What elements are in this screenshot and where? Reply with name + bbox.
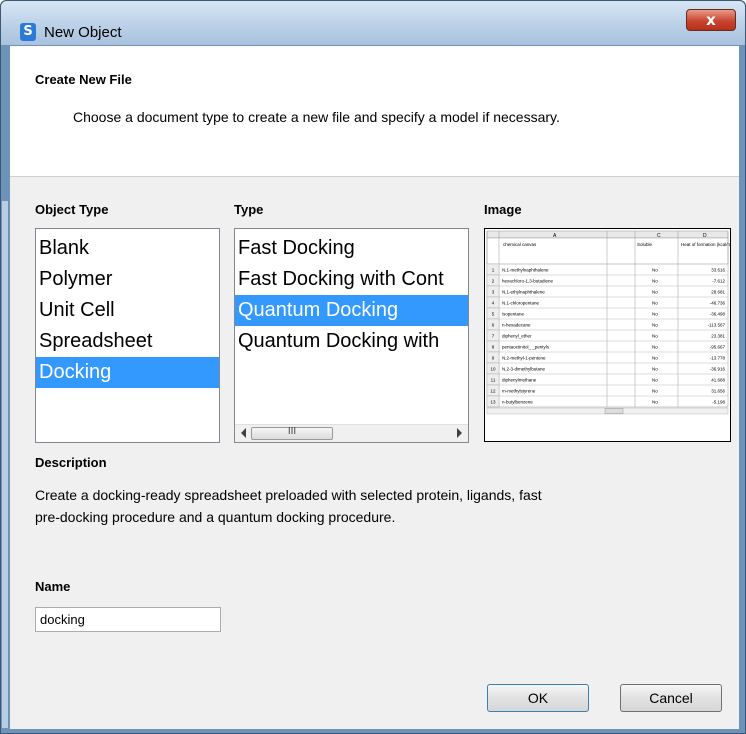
list-item-spreadsheet[interactable]: Spreadsheet <box>36 326 219 357</box>
preview-cell-soluble: No <box>652 400 658 405</box>
horizontal-scrollbar[interactable]: III <box>235 424 468 442</box>
preview-cell-name: n-butylbenzene <box>502 400 533 405</box>
preview-cell-name: pentaoctinitol_ _pentyls <box>502 345 550 350</box>
preview-cell-soluble: No <box>652 356 658 361</box>
scroll-right-icon[interactable] <box>457 428 462 438</box>
preview-row-number: 10 <box>490 367 496 372</box>
preview-cell-name: N,2-3-dimethylbutane <box>502 367 546 372</box>
name-field[interactable] <box>35 607 221 632</box>
preview-cell-heat: -13.778 <box>710 356 726 361</box>
preview-cell-soluble: No <box>652 367 658 372</box>
preview-scroll-thumb <box>604 408 624 414</box>
header-panel: Create New File Choose a document type t… <box>10 46 739 176</box>
preview-cell-name: N,1-ethylnaphthalene <box>502 290 545 295</box>
preview-cell-heat: -46.736 <box>710 301 726 306</box>
new-object-dialog: New Object x Create New File Choose a do… <box>0 0 746 734</box>
description-line-2: pre-docking procedure and a quantum dock… <box>35 509 396 525</box>
type-list[interactable]: Fast Docking Fast Docking with Cont Quan… <box>234 228 469 443</box>
object-type-label: Object Type <box>35 202 109 217</box>
preview-cell-name: N,2-methyl-1-pentene <box>502 356 546 361</box>
preview-header-cell: chemical canvas <box>503 242 537 247</box>
preview-cell-heat: 28.681 <box>711 290 725 295</box>
preview-cell-heat: 41.668 <box>711 378 725 383</box>
ok-button[interactable]: OK <box>487 684 589 712</box>
preview-header-cell: Soluble <box>637 242 653 247</box>
body-panel: Object Type Blank Polymer Unit Cell Spre… <box>10 176 739 729</box>
list-item-polymer[interactable]: Polymer <box>36 264 219 295</box>
preview-cell-heat: 33.616 <box>711 268 725 273</box>
scroll-thumb[interactable]: III <box>251 426 333 440</box>
preview-column-header <box>486 230 729 239</box>
close-button[interactable]: x <box>686 9 736 31</box>
preview-cell-heat: -7.612 <box>712 279 725 284</box>
preview-cell-name: N,1-chloropentane <box>502 301 540 306</box>
preview-cell-name: hexachloro-1,3-butadiene <box>502 279 554 284</box>
description-line-1: Create a docking-ready spreadsheet prelo… <box>35 487 542 503</box>
preview-cell-heat: 23.381 <box>711 334 725 339</box>
type-label: Type <box>234 202 264 217</box>
preview-row-number: 12 <box>490 389 496 394</box>
cancel-button[interactable]: Cancel <box>620 684 722 712</box>
description-label: Description <box>35 455 107 470</box>
list-item-docking[interactable]: Docking <box>36 357 219 388</box>
name-label: Name <box>35 579 71 594</box>
list-item-quantum-docking-with[interactable]: Quantum Docking with <box>235 326 468 357</box>
preview-cell-soluble: No <box>652 378 658 383</box>
preview-cell-heat: -95.667 <box>710 345 726 350</box>
preview-cell-soluble: No <box>652 323 658 328</box>
preview-cell-soluble: No <box>652 301 658 306</box>
preview-cell-name: m-methylstyrene <box>502 389 536 394</box>
title-bar[interactable]: New Object x <box>1 1 745 45</box>
preview-cell-soluble: No <box>652 334 658 339</box>
object-type-list[interactable]: Blank Polymer Unit Cell Spreadsheet Dock… <box>35 228 220 443</box>
preview-cell-name: n-hexadecane <box>502 323 531 328</box>
scroll-left-icon[interactable] <box>241 428 246 438</box>
header-subtitle: Choose a document type to create a new f… <box>73 109 560 125</box>
preview-cell-name: diphenyl_ether <box>502 334 532 339</box>
preview-cell-name: isopentane <box>502 312 525 317</box>
preview-cell-soluble: No <box>652 312 658 317</box>
close-icon: x <box>706 11 716 29</box>
list-item-fast-docking[interactable]: Fast Docking <box>235 233 468 264</box>
preview-cell-soluble: No <box>652 268 658 273</box>
preview-cell-soluble: No <box>652 290 658 295</box>
preview-row-number: 13 <box>490 400 496 405</box>
list-item-quantum-docking[interactable]: Quantum Docking <box>235 295 468 326</box>
preview-cell-name: N,1-methylnaphthalene <box>502 268 549 273</box>
preview-cell-soluble: No <box>652 345 658 350</box>
app-logo-icon <box>20 23 36 41</box>
preview-row-number: 11 <box>491 378 496 383</box>
preview-cell-heat: -36.498 <box>710 312 726 317</box>
preview-cell-heat: 31.656 <box>711 389 725 394</box>
spreadsheet-preview-image: A C Dchemical canvas Soluble Heat of formati… <box>486 230 730 415</box>
list-item-blank[interactable]: Blank <box>36 233 219 264</box>
window-title: New Object <box>44 24 122 41</box>
window-frame-edge <box>2 201 8 728</box>
preview-cell-soluble: No <box>652 389 658 394</box>
grip-icon: III <box>287 426 297 437</box>
list-item-fast-docking-with-cont[interactable]: Fast Docking with Cont <box>235 264 468 295</box>
image-preview: A C Dchemical canvas Soluble Heat of formati… <box>484 228 731 442</box>
preview-cell-soluble: No <box>652 279 658 284</box>
header-title: Create New File <box>35 72 132 87</box>
preview-header-cell: Heat of formation (kcal/mol) <box>681 242 730 247</box>
preview-cell-name: diphenylmethane <box>502 378 537 383</box>
preview-cell-heat: -5.198 <box>712 400 725 405</box>
list-item-unit-cell[interactable]: Unit Cell <box>36 295 219 326</box>
image-label: Image <box>484 202 522 217</box>
preview-cell-heat: -36.916 <box>710 367 726 372</box>
preview-cell-heat: -113.567 <box>708 323 726 328</box>
